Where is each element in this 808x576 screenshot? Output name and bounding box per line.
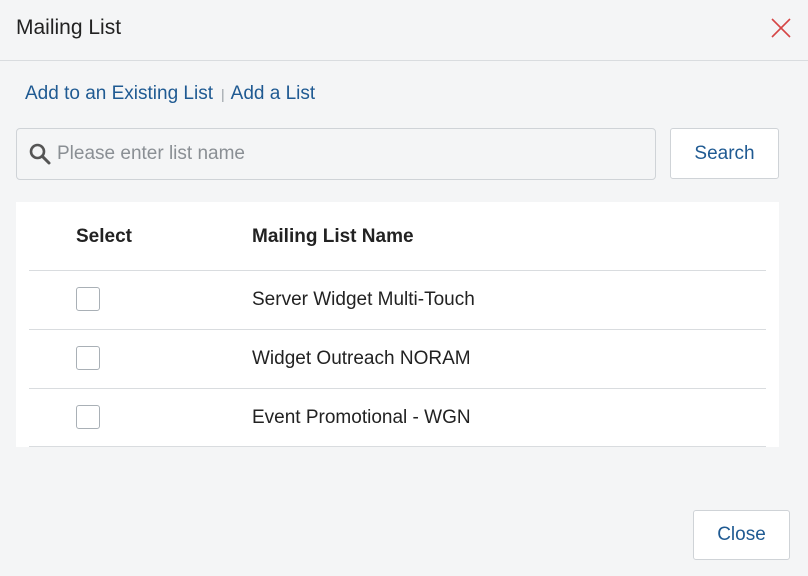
close-button[interactable]: Close	[693, 510, 790, 560]
column-header-name: Mailing List Name	[252, 226, 414, 247]
row-select-checkbox[interactable]	[76, 287, 100, 311]
add-to-existing-list-link[interactable]: Add to an Existing List	[25, 83, 213, 105]
close-icon[interactable]	[770, 17, 792, 39]
column-header-select: Select	[76, 226, 132, 247]
row-select-checkbox[interactable]	[76, 405, 100, 429]
mailing-list-name: Server Widget Multi-Touch	[252, 289, 475, 310]
table-row: Event Promotional - WGN	[29, 388, 766, 447]
list-mode-links: Add to an Existing List | Add a List	[25, 83, 315, 105]
table-row: Server Widget Multi-Touch	[29, 270, 766, 329]
search-input[interactable]	[57, 129, 647, 179]
table-row: Widget Outreach NORAM	[29, 329, 766, 388]
add-a-list-link[interactable]: Add a List	[231, 83, 316, 105]
dialog-title: Mailing List	[16, 16, 122, 39]
search-button[interactable]: Search	[670, 128, 779, 179]
row-select-checkbox[interactable]	[76, 346, 100, 370]
search-box	[16, 128, 656, 180]
dialog-header: Mailing List	[0, 0, 808, 61]
mailing-list-name: Widget Outreach NORAM	[252, 348, 471, 369]
mailing-list-table: Select Mailing List Name Server Widget M…	[16, 202, 779, 447]
link-separator: |	[221, 86, 225, 102]
mailing-list-name: Event Promotional - WGN	[252, 407, 471, 428]
search-icon	[29, 143, 51, 165]
